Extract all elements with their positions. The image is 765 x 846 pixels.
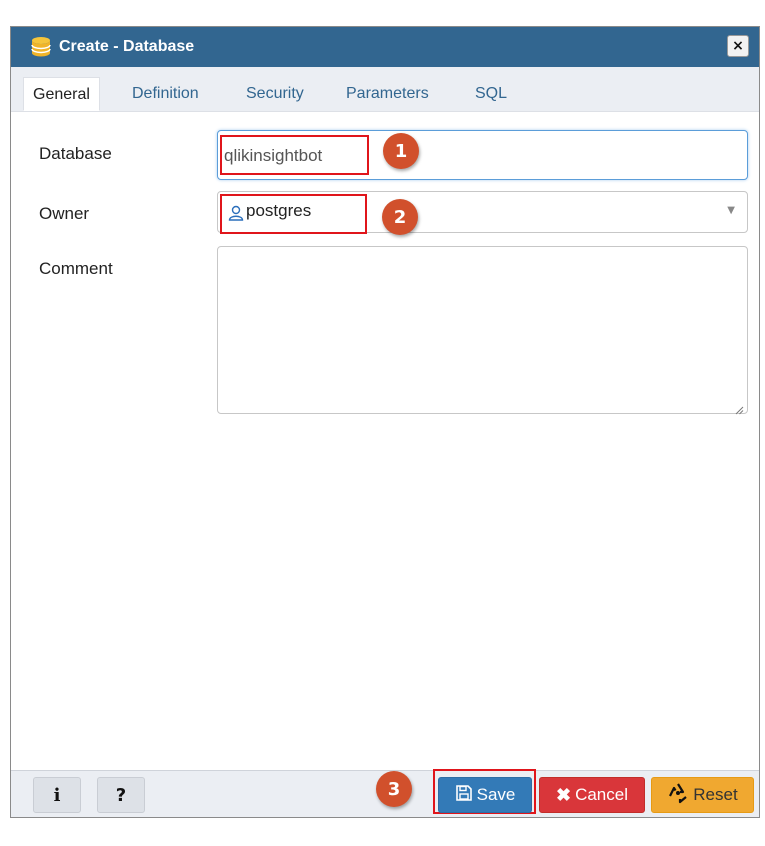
owner-select[interactable]: postgres ▼ [217,191,748,233]
help-icon: ? [115,784,127,806]
database-icon [31,36,51,58]
resize-handle-icon[interactable] [734,400,744,415]
info-icon: i [53,784,61,806]
help-button[interactable]: ? [97,777,145,813]
tab-definition[interactable]: Definition [132,77,199,111]
info-button[interactable]: i [33,777,81,813]
cancel-x-icon: ✖ [555,784,572,805]
step-marker-1: 1 [383,133,419,169]
close-icon: × [732,38,744,54]
close-button[interactable]: × [727,35,749,57]
cancel-button[interactable]: ✖ Cancel [539,777,645,813]
step-marker-3: 3 [376,771,412,807]
save-button[interactable]: Save [438,777,532,813]
save-icon [455,784,473,807]
user-icon [228,205,244,221]
owner-value: postgres [246,201,312,220]
tab-parameters[interactable]: Parameters [346,77,429,111]
dialog-titlebar[interactable]: Create - Database × [11,27,759,67]
save-label: Save [476,785,516,804]
dropdown-arrow-icon[interactable]: ▼ [727,205,735,216]
recycle-icon [667,782,689,809]
dialog-footer: i ? 3 Save ✖ Cancel Reset [11,769,759,817]
comment-textarea[interactable] [217,246,748,415]
create-database-dialog: Create - Database × General Definition S… [10,26,760,818]
cancel-label: Cancel [575,785,628,804]
database-name-input[interactable]: qlikinsightbot [217,130,748,180]
tab-general[interactable]: General [23,77,100,111]
tab-security[interactable]: Security [246,77,304,111]
database-name-value: qlikinsightbot [224,146,323,165]
database-label: Database [39,144,112,163]
owner-label: Owner [39,204,90,223]
dialog-title: Create - Database [59,38,195,55]
tab-bar: General Definition Security Parameters S… [11,67,759,112]
reset-label: Reset [693,785,738,804]
reset-button[interactable]: Reset [651,777,754,813]
tab-sql[interactable]: SQL [475,77,507,111]
comment-label: Comment [39,259,113,278]
step-marker-2: 2 [382,199,418,235]
